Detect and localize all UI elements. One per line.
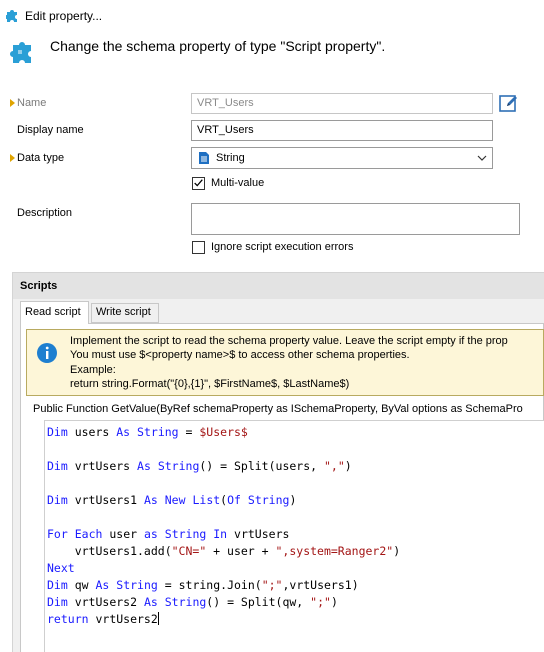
dialog-header: Change the schema property of type "Scri… — [0, 30, 544, 80]
info-text-line: You must use $<property name>$ to access… — [70, 349, 410, 361]
code-line: Dim vrtUsers1 As New List(Of String) — [47, 493, 297, 507]
scripts-section-title: Scripts — [20, 280, 58, 292]
info-icon — [37, 343, 57, 363]
dialog-heading: Change the schema property of type "Scri… — [50, 38, 386, 54]
info-text-line: return string.Format("{0},{1}", $FirstNa… — [70, 378, 350, 390]
edit-icon[interactable] — [499, 93, 519, 113]
name-field: VRT_Users — [191, 93, 493, 114]
code-line: Dim vrtUsers As String() = Split(users, … — [47, 459, 352, 473]
code-line: Dim users As String = $Users$ — [47, 425, 248, 439]
puzzle-icon — [6, 10, 17, 22]
code-line: return vrtUsers2 — [47, 612, 159, 626]
data-type-select[interactable]: String — [191, 147, 493, 169]
scripts-section-header: Scripts — [13, 273, 544, 299]
text-cursor — [157, 612, 159, 625]
document-icon — [199, 152, 209, 164]
info-box: Implement the script to read the schema … — [26, 329, 544, 396]
checkmark-icon — [194, 179, 203, 187]
code-line: Dim qw As String = string.Join(";",vrtUs… — [47, 578, 359, 592]
chevron-down-icon — [477, 155, 487, 161]
required-marker — [10, 99, 15, 107]
info-text-line: Implement the script to read the schema … — [70, 335, 508, 347]
code-line: Next — [47, 561, 75, 575]
code-editor[interactable]: Dim users As String = $Users$ Dim vrtUser… — [44, 420, 544, 652]
window-title: Edit property... — [25, 9, 103, 23]
function-signature: Public Function GetValue(ByRef schemaPro… — [33, 403, 523, 415]
window-titlebar: Edit property... — [0, 0, 544, 30]
ignore-errors-label: Ignore script execution errors — [211, 241, 354, 253]
code-line: For Each user as String In vrtUsers — [47, 527, 290, 541]
required-marker — [10, 154, 15, 162]
tab-write-script[interactable]: Write script — [91, 303, 159, 323]
data-type-value: String — [216, 152, 245, 164]
description-field[interactable] — [191, 203, 520, 235]
tab-read-script[interactable]: Read script — [20, 301, 89, 324]
display-name-label: Display name — [17, 124, 84, 136]
display-name-field[interactable]: VRT_Users — [191, 120, 493, 141]
ignore-errors-checkbox[interactable] — [192, 241, 205, 254]
code-line: vrtUsers1.add("CN=" + user + ",system=Ra… — [47, 544, 401, 558]
code-line: Dim vrtUsers2 As String() = Split(qw, ";… — [47, 595, 338, 609]
description-label: Description — [17, 207, 73, 219]
info-text-line: Example: — [70, 364, 116, 376]
puzzle-icon — [10, 38, 37, 64]
multi-value-checkbox[interactable] — [192, 177, 205, 190]
data-type-label: Data type — [17, 152, 65, 164]
name-label: Name — [17, 97, 47, 109]
multi-value-label: Multi-value — [211, 177, 265, 189]
